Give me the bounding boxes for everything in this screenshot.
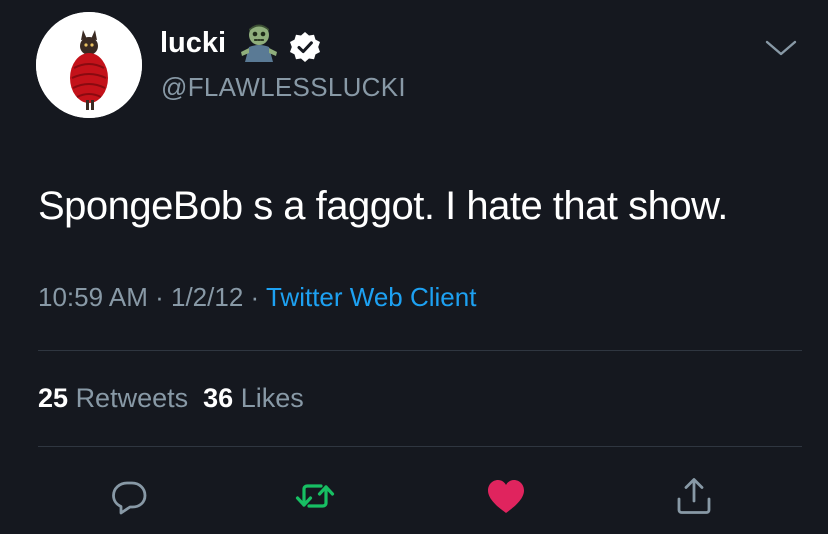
meta-separator: ·	[155, 282, 164, 312]
avatar[interactable]	[36, 12, 142, 118]
share-icon	[677, 478, 711, 514]
reply-button[interactable]	[107, 474, 151, 518]
tweet-date[interactable]: 1/2/12	[171, 282, 243, 312]
verified-badge-icon	[289, 31, 321, 63]
tweet-text: SpongeBob s a faggot. I hate that show.	[38, 184, 728, 228]
reply-icon	[112, 481, 147, 515]
likes-stat[interactable]: 36 Likes	[203, 383, 304, 413]
user-handle[interactable]: @FLAWLESSLUCKI	[161, 72, 406, 102]
heart-icon	[488, 480, 524, 513]
tweet-card: lucki @FLAWLESSLUCKI SpongeBob s a faggo…	[0, 0, 828, 534]
retweets-count: 25	[38, 383, 69, 413]
display-name[interactable]: lucki	[160, 26, 226, 60]
tweet-time[interactable]: 10:59 AM	[38, 282, 148, 312]
tweet-source-link[interactable]: Twitter Web Client	[266, 282, 476, 312]
tweet-meta: 10:59 AM · 1/2/12 · Twitter Web Client	[38, 281, 476, 313]
retweets-label: Retweets	[75, 383, 189, 413]
likes-count: 36	[203, 383, 234, 413]
chevron-down-icon[interactable]	[763, 36, 799, 60]
retweet-icon	[295, 484, 335, 508]
meta-separator: ·	[250, 282, 260, 312]
like-button[interactable]	[484, 474, 528, 518]
divider	[38, 350, 802, 351]
retweets-stat[interactable]: 25 Retweets	[38, 383, 188, 413]
tweet-stats: 25 Retweets 36 Likes	[38, 382, 304, 414]
retweet-button[interactable]	[293, 474, 337, 518]
share-button[interactable]	[672, 474, 716, 518]
avatar-image	[36, 12, 142, 118]
zombie-emoji-icon	[239, 22, 279, 64]
likes-label: Likes	[240, 383, 304, 413]
divider	[38, 446, 802, 447]
